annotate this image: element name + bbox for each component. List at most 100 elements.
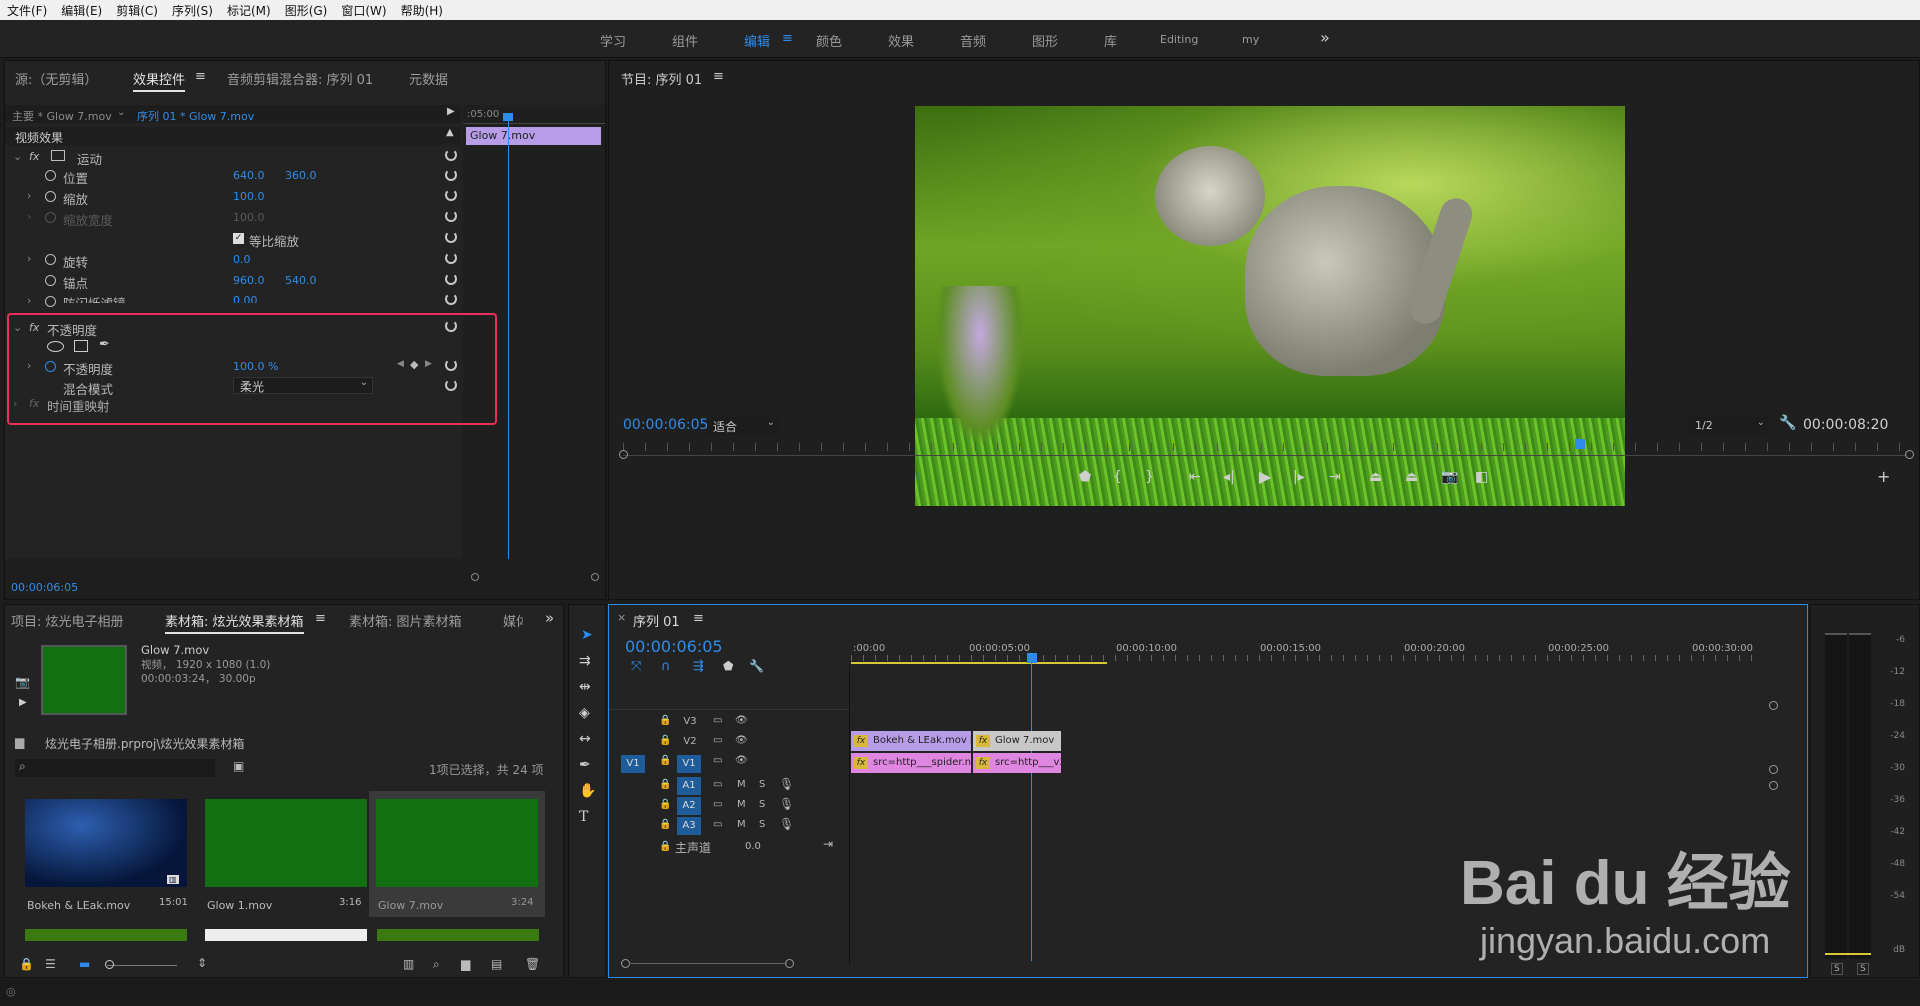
chevron-expanded-icon[interactable]: ⌄: [13, 150, 22, 163]
track-label-v3[interactable]: V3: [679, 716, 701, 732]
panel-menu-icon[interactable]: ≡: [713, 69, 724, 84]
track-label-v2[interactable]: V2: [679, 736, 701, 752]
sync-icon[interactable]: ▭: [713, 715, 722, 726]
media-item[interactable]: Glow 1.mov 3:16: [201, 795, 371, 915]
reset-scale-icon[interactable]: [445, 189, 457, 201]
master-volume[interactable]: 0.0: [745, 841, 761, 852]
timeline-sequence-tab[interactable]: 序列 01: [633, 611, 680, 630]
position-y-value[interactable]: 360.0: [285, 169, 317, 182]
preview-thumbnail[interactable]: [41, 645, 127, 715]
razor-tool-icon[interactable]: ◈: [579, 705, 590, 721]
timeline-playhead-handle[interactable]: [1027, 653, 1037, 663]
media-item[interactable]: ▥ Bokeh & LEak.mov 15:01: [21, 795, 191, 915]
reset-scale-width-icon[interactable]: [445, 210, 457, 222]
eye-icon[interactable]: 👁: [735, 755, 748, 766]
lift-icon[interactable]: ⏏: [1369, 469, 1382, 485]
list-view-icon[interactable]: ☰: [45, 957, 56, 971]
lock-icon[interactable]: 🔒: [659, 819, 671, 830]
selection-tool-icon[interactable]: ➤: [581, 627, 593, 643]
microphone-icon[interactable]: 🎙: [779, 817, 794, 831]
sort-icon[interactable]: ⇕: [197, 956, 207, 970]
media-item-selected[interactable]: Glow 7.mov 3:24: [369, 791, 545, 917]
solo-button[interactable]: S: [759, 799, 765, 810]
lock-icon[interactable]: 🔒: [659, 779, 671, 790]
sync-icon[interactable]: ▭: [713, 819, 722, 830]
lock-icon[interactable]: 🔒: [659, 755, 671, 766]
camera-icon[interactable]: 📷: [15, 675, 30, 689]
menu-marker[interactable]: 标记(M): [220, 2, 278, 19]
lock-icon[interactable]: 🔒: [19, 957, 34, 971]
go-to-end-icon[interactable]: ⇥: [823, 837, 833, 851]
solo-button[interactable]: S: [759, 779, 765, 790]
track-label-a3[interactable]: A3: [677, 817, 701, 835]
timeline-current-time[interactable]: 00:00:06:05: [625, 637, 723, 656]
position-x-value[interactable]: 640.0: [233, 169, 265, 182]
track-label-a1[interactable]: A1: [677, 777, 701, 795]
menu-edit[interactable]: 编辑(E): [54, 2, 109, 19]
automate-to-sequence-icon[interactable]: ▥: [403, 957, 414, 971]
lock-icon[interactable]: 🔒: [659, 715, 671, 726]
workspace-effects[interactable]: 效果: [888, 31, 914, 50]
workspace-audio[interactable]: 音频: [960, 31, 986, 50]
rotation-value[interactable]: 0.0: [233, 253, 251, 266]
tab-media[interactable]: 媒体: [503, 611, 523, 630]
step-back-icon[interactable]: ◂|: [1223, 469, 1235, 485]
play-only-icon[interactable]: ▶: [447, 106, 455, 117]
pen-tool-icon[interactable]: ✒: [579, 757, 591, 773]
antiflicker-value[interactable]: 0.00: [233, 294, 258, 303]
step-forward-icon[interactable]: |▸: [1293, 469, 1305, 485]
mute-button[interactable]: M: [737, 799, 746, 810]
reset-antiflicker-icon[interactable]: [445, 293, 457, 305]
program-monitor-title[interactable]: 节目: 序列 01: [621, 69, 702, 88]
sync-icon[interactable]: ▭: [713, 735, 722, 746]
timeline-clip[interactable]: fx Glow 7.mov: [973, 731, 1061, 751]
ripple-edit-tool-icon[interactable]: ⇹: [579, 679, 591, 695]
lock-icon[interactable]: 🔒: [659, 735, 671, 746]
solo-button[interactable]: S: [759, 819, 765, 830]
go-to-in-icon[interactable]: ⇤: [1189, 469, 1201, 485]
scroll-handle[interactable]: [1769, 765, 1778, 774]
sync-icon[interactable]: ▭: [713, 779, 722, 790]
scroll-handle[interactable]: [1769, 781, 1778, 790]
stopwatch-icon[interactable]: [45, 296, 56, 307]
lock-icon[interactable]: 🔒: [659, 799, 671, 810]
workspace-color[interactable]: 颜色: [816, 31, 842, 50]
nest-icon[interactable]: ⤧: [631, 659, 641, 674]
eye-icon[interactable]: 👁: [735, 735, 748, 746]
menu-sequence[interactable]: 序列(S): [165, 2, 220, 19]
mute-button[interactable]: M: [737, 779, 746, 790]
play-icon[interactable]: ▶: [1259, 467, 1271, 486]
workspace-assembly[interactable]: 组件: [672, 31, 698, 50]
fit-select[interactable]: 适合 ⌄: [707, 417, 779, 435]
effect-controls-time[interactable]: 00:00:06:05: [11, 581, 78, 594]
tab-effect-controls[interactable]: 效果控件: [133, 69, 186, 92]
reset-uniform-icon[interactable]: [445, 231, 457, 243]
anchor-x-value[interactable]: 960.0: [233, 274, 265, 287]
menu-help[interactable]: 帮助(H): [394, 2, 450, 19]
menu-file[interactable]: 文件(F): [0, 2, 54, 19]
workspace-learn[interactable]: 学习: [600, 31, 626, 50]
sync-icon[interactable]: ▭: [713, 799, 722, 810]
tab-glow-bin[interactable]: 素材箱: 炫光效果素材箱: [165, 611, 304, 634]
zoom-handle-right[interactable]: [591, 573, 599, 581]
sync-icon[interactable]: ▭: [713, 755, 722, 766]
workspace-editing-custom[interactable]: Editing: [1160, 33, 1198, 46]
mute-button[interactable]: M: [737, 819, 746, 830]
timeline-playhead[interactable]: [1031, 661, 1032, 961]
sequence-clip-label[interactable]: 序列 01 * Glow 7.mov: [137, 108, 254, 124]
find-icon[interactable]: ⌕: [433, 957, 440, 972]
menu-graphics[interactable]: 图形(G): [278, 2, 335, 19]
track-label-v1[interactable]: V1: [677, 755, 701, 773]
comparison-view-icon[interactable]: ◧: [1475, 469, 1488, 485]
master-clip-label[interactable]: 主要 * Glow 7.mov: [12, 108, 112, 124]
chevron-right-icon[interactable]: ›: [27, 294, 31, 307]
anchor-y-value[interactable]: 540.0: [285, 274, 317, 287]
extract-icon[interactable]: ⏏: [1405, 469, 1418, 485]
icon-view-icon[interactable]: ▬: [79, 957, 90, 971]
type-tool-icon[interactable]: T: [579, 809, 588, 825]
tab-metadata[interactable]: 元数据: [409, 69, 448, 88]
source-patch-v1[interactable]: V1: [621, 755, 645, 773]
go-to-out-icon[interactable]: ⇥: [1329, 469, 1341, 485]
track-label-a2[interactable]: A2: [677, 797, 701, 815]
workspace-menu-icon[interactable]: ≡: [782, 31, 793, 46]
